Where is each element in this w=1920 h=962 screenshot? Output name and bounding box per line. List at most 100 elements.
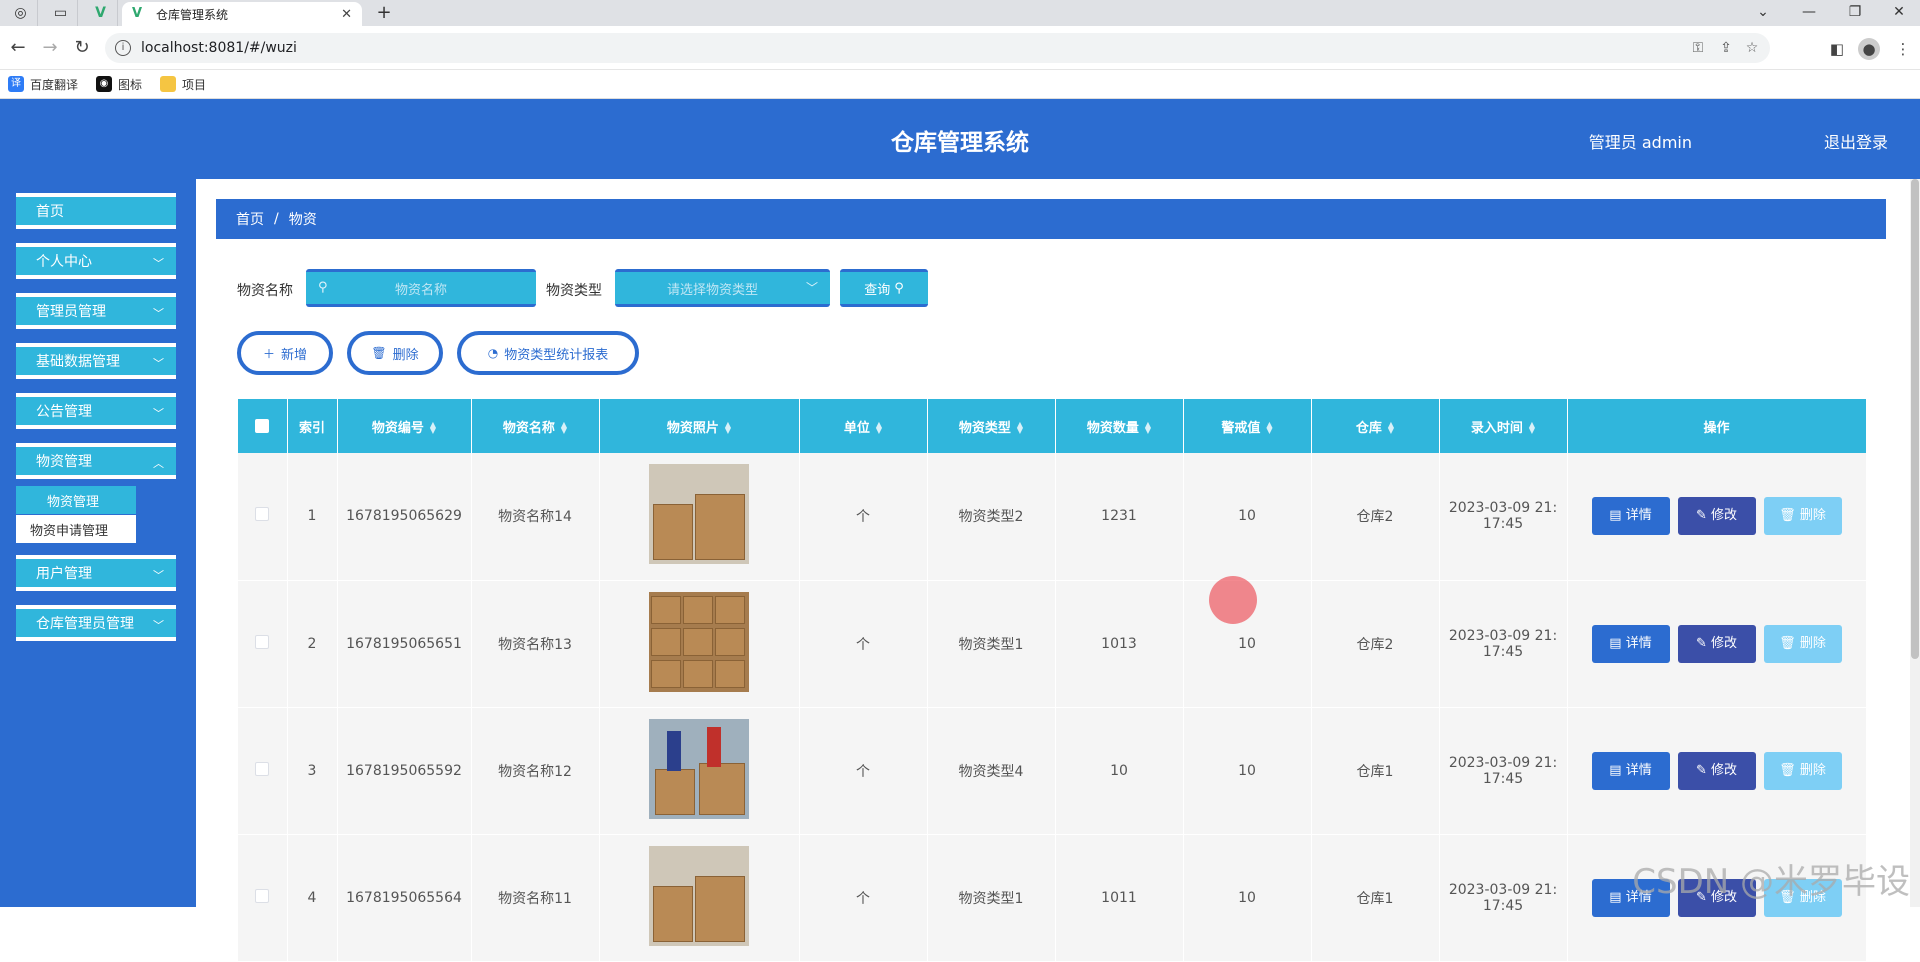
type-report-button[interactable]: ◔ 物资类型统计报表 — [457, 331, 639, 375]
delete-label: 删除 — [1799, 508, 1826, 524]
close-tab-icon[interactable]: ✕ — [341, 7, 352, 22]
sidebar-item-home[interactable]: 首页 — [16, 193, 176, 229]
material-photo[interactable] — [649, 464, 749, 565]
material-type-select[interactable]: 请选择物资类型 ﹀ — [615, 269, 830, 307]
sort-icon[interactable]: ▲ ▼ — [1266, 421, 1272, 435]
active-tab[interactable]: V 仓库管理系统 ✕ — [122, 2, 362, 26]
cell-unit: 个 — [799, 834, 928, 962]
column-header[interactable]: 物资数量 ▲ ▼ — [1055, 399, 1184, 453]
pinned-tab-blank[interactable]: ▭ — [44, 0, 78, 26]
vue-logo-icon: V — [95, 5, 106, 21]
sidebar-item-personal-center[interactable]: 个人中心 ﹀ — [16, 243, 176, 279]
material-photo[interactable] — [649, 718, 749, 819]
menu-dots-icon[interactable]: ⋮ — [1892, 38, 1914, 60]
sort-icon[interactable]: ▲ ▼ — [561, 421, 567, 435]
row-checkbox[interactable] — [255, 634, 270, 649]
column-header[interactable]: 物资类型 ▲ ▼ — [927, 399, 1056, 453]
sidebar-item-admin-management[interactable]: 管理员管理 ﹀ — [16, 293, 176, 329]
pencil-icon: ✎ — [1695, 762, 1711, 778]
time-line: 17:45 — [1482, 516, 1524, 533]
sort-icon[interactable]: ▲ ▼ — [876, 421, 882, 435]
tab-search-chevron-icon[interactable]: ⌄ — [1742, 0, 1784, 26]
reload-icon[interactable]: ↻ — [70, 36, 94, 60]
cell-code: 1678195065629 — [337, 453, 472, 581]
back-arrow-icon[interactable]: ← — [6, 36, 30, 60]
chevron-down-icon: ﹀ — [153, 407, 164, 420]
bookmark-icons[interactable]: ◉ 图标 — [96, 76, 142, 93]
submenu-materials[interactable]: 物资管理 — [16, 486, 136, 514]
pinned-tab-vue[interactable]: V — [84, 0, 118, 26]
header-label: 物资名称 — [502, 420, 555, 436]
detail-button[interactable]: ▤ 详情 — [1591, 497, 1670, 536]
sidebar-item-label: 仓库管理员管理 — [36, 616, 134, 632]
submenu-material-requests[interactable]: 物资申请管理 — [16, 515, 136, 543]
edit-button[interactable]: ✎ 修改 — [1677, 751, 1756, 790]
delete-button[interactable]: 🗑 删除 — [1763, 624, 1842, 663]
detail-button[interactable]: ▤ 详情 — [1591, 624, 1670, 663]
row-checkbox[interactable] — [255, 507, 270, 522]
sort-icon[interactable]: ▲ ▼ — [1529, 421, 1535, 435]
sidebar-item-users[interactable]: 用户管理 ﹀ — [16, 555, 176, 591]
sort-icon[interactable]: ▲ ▼ — [1145, 421, 1151, 435]
key-icon[interactable]: ⚿ — [1686, 33, 1710, 63]
cell-type: 物资类型1 — [927, 580, 1056, 708]
column-header[interactable]: 录入时间 ▲ ▼ — [1439, 399, 1568, 453]
material-photo[interactable] — [649, 845, 749, 946]
submenu-label: 物资管理 — [47, 494, 100, 510]
cell-type: 物资类型4 — [927, 707, 1056, 835]
scrollbar-thumb[interactable] — [1911, 179, 1919, 659]
close-window-button[interactable]: ✕ — [1878, 0, 1920, 26]
bookmark-label: 百度翻译 — [30, 77, 79, 92]
sort-icon[interactable]: ▲ ▼ — [430, 421, 436, 435]
row-checkbox[interactable] — [255, 761, 270, 776]
select-all-header[interactable] — [238, 399, 288, 453]
page-scrollbar[interactable] — [1910, 179, 1920, 907]
sort-icon[interactable]: ▲ ▼ — [725, 421, 731, 435]
column-header[interactable]: 单位 ▲ ▼ — [799, 399, 928, 453]
share-icon[interactable]: ⇪ — [1714, 33, 1738, 63]
detail-button[interactable]: ▤ 详情 — [1591, 751, 1670, 790]
column-header[interactable]: 物资名称 ▲ ▼ — [471, 399, 600, 453]
material-name-input[interactable]: ⚲ 物资名称 — [306, 269, 536, 307]
bookmark-project-folder[interactable]: 项目 — [160, 76, 206, 93]
row-checkbox[interactable] — [255, 888, 270, 903]
restore-button[interactable]: ❐ — [1834, 0, 1876, 26]
material-photo[interactable] — [649, 591, 749, 692]
material-type-placeholder: 请选择物资类型 — [667, 282, 759, 298]
select-all-checkbox[interactable] — [255, 419, 270, 433]
sidebar-panel-icon[interactable]: ◧ — [1826, 38, 1848, 60]
document-icon: ▤ — [1609, 635, 1626, 651]
cell-actions: ▤ 详情 ✎ 修改 🗑 删除 — [1567, 580, 1867, 708]
batch-delete-button[interactable]: 🗑 删除 — [347, 331, 443, 375]
add-button[interactable]: ＋ 新增 — [237, 331, 333, 375]
document-icon: ▤ — [1609, 508, 1626, 524]
cell-code: 1678195065592 — [337, 707, 472, 835]
bookmark-baidu-translate[interactable]: 译 百度翻译 — [8, 76, 78, 93]
sidebar-item-materials[interactable]: 物资管理 ︿ — [16, 443, 176, 479]
edit-button[interactable]: ✎ 修改 — [1677, 497, 1756, 536]
column-header[interactable]: 物资照片 ▲ ▼ — [599, 399, 800, 453]
sort-icon[interactable]: ▲ ▼ — [1388, 421, 1394, 435]
sidebar-item-announcements[interactable]: 公告管理 ﹀ — [16, 393, 176, 429]
column-header[interactable]: 警戒值 ▲ ▼ — [1183, 399, 1312, 453]
forward-arrow-icon[interactable]: → — [38, 36, 62, 60]
column-header[interactable]: 仓库 ▲ ▼ — [1311, 399, 1440, 453]
sort-icon[interactable]: ▲ ▼ — [1017, 421, 1023, 435]
column-header[interactable]: 物资编号 ▲ ▼ — [337, 399, 472, 453]
breadcrumb-home[interactable]: 首页 — [236, 209, 264, 229]
edit-button[interactable]: ✎ 修改 — [1677, 624, 1756, 663]
address-bar[interactable]: i localhost:8081/#/wuzi ⚿ ⇪ ☆ — [105, 33, 1770, 63]
sidebar-item-warehouse-managers[interactable]: 仓库管理员管理 ﹀ — [16, 605, 176, 641]
site-info-icon[interactable]: i — [115, 40, 131, 56]
pinned-tab-globe[interactable]: ◎ — [4, 0, 38, 26]
minimize-button[interactable]: — — [1788, 0, 1830, 26]
star-icon[interactable]: ☆ — [1740, 33, 1764, 63]
sidebar-item-basic-data[interactable]: 基础数据管理 ﹀ — [16, 343, 176, 379]
delete-button[interactable]: 🗑 删除 — [1763, 497, 1842, 536]
query-button[interactable]: 查询 ⚲ — [840, 269, 928, 307]
cell-warn: 10 — [1183, 834, 1312, 962]
new-tab-button[interactable]: + — [372, 2, 396, 24]
profile-avatar-icon[interactable]: ● — [1858, 38, 1880, 60]
logout-link[interactable]: 退出登录 — [1824, 129, 1888, 153]
delete-button[interactable]: 🗑 删除 — [1763, 751, 1842, 790]
